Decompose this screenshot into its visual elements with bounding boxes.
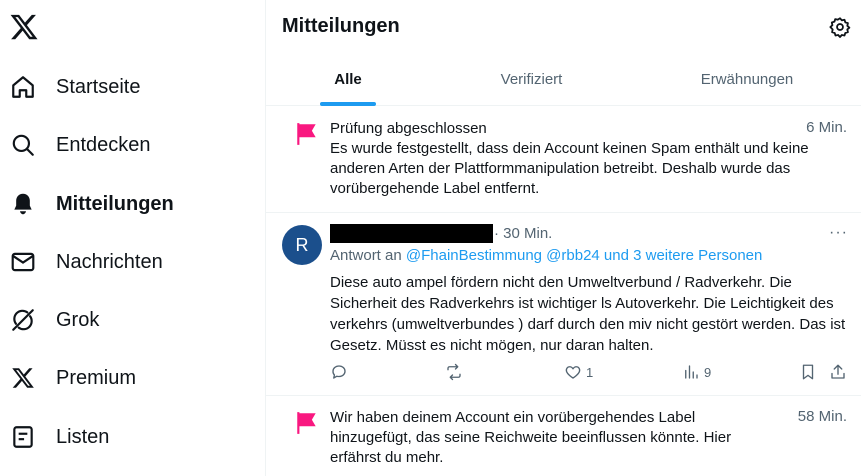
notification-body: Wir haben deinem Account ein vorübergehe… [330,409,732,466]
share-icon [831,364,845,379]
notification-time: 58 Min. [797,408,847,425]
main-column: Mitteilungen Alle Verifiziert Erwähnunge… [266,0,861,476]
sidebar-item-listen[interactable]: Listen [0,412,240,462]
home-icon [10,74,36,100]
tab-alle[interactable]: Alle [266,52,430,106]
grok-icon [10,307,36,333]
search-icon [10,132,36,158]
redacted-username [330,224,493,243]
sidebar: Startseite Entdecken Mitteilungen Nachri… [0,0,266,476]
sidebar-item-label: Grok [56,308,100,331]
post-time[interactable]: · 30 Min. [494,225,552,242]
reply-button[interactable] [330,363,348,381]
notification-item[interactable]: Wir haben deinem Account ein vorübergehe… [266,396,861,476]
tab-bar: Alle Verifiziert Erwähnungen [266,52,861,106]
sidebar-item-mitteilungen[interactable]: Mitteilungen [0,179,240,229]
more-options-button[interactable]: ··· [829,224,848,242]
bookmark-button[interactable] [799,363,817,381]
repost-button[interactable] [445,363,463,381]
active-tab-indicator [320,102,376,106]
flag-icon [294,121,320,147]
sidebar-item-premium[interactable]: Premium [0,353,240,403]
reply-to-line: Antwort an @FhainBestimmung @rbb24 und 3… [330,247,762,264]
sidebar-item-label: Entdecken [56,133,151,156]
mail-icon [10,249,36,275]
reply-prefix: Antwort an [330,247,402,264]
heart-icon [565,366,581,379]
flag-icon [294,410,320,436]
sidebar-item-label: Premium [56,366,137,389]
sidebar-item-entdecken[interactable]: Entdecken [0,120,240,170]
like-button[interactable]: 1 [564,363,593,381]
list-icon [10,424,36,450]
notification-item[interactable]: Prüfung abgeschlossen Es wurde festgeste… [266,107,861,213]
reply-targets-link[interactable]: @FhainBestimmung @rbb24 und 3 weitere Pe… [406,247,762,264]
gear-icon[interactable] [829,16,851,38]
tab-verifiziert[interactable]: Verifiziert [430,52,633,106]
sidebar-item-startseite[interactable]: Startseite [0,62,240,112]
bell-icon [10,191,36,217]
sidebar-item-label: Startseite [56,75,141,98]
sidebar-item-nachrichten[interactable]: Nachrichten [0,237,240,287]
notification-time: 6 Min. [806,119,847,136]
tab-erwaehnungen[interactable]: Erwähnungen [633,52,861,106]
sidebar-item-grok[interactable]: Grok [0,295,240,345]
avatar[interactable]: R [282,225,322,265]
notification-title: Prüfung abgeschlossen [330,120,487,137]
x-logo-icon[interactable] [9,12,39,42]
sidebar-item-label: Nachrichten [56,250,163,273]
post-text: Diese auto ampel fördern nicht den Umwel… [330,274,846,354]
bookmark-icon [802,364,814,380]
sidebar-item-label: Listen [56,425,110,448]
views-count: 9 [704,364,712,380]
sidebar-item-label: Mitteilungen [56,192,174,215]
views-button[interactable]: 9 [682,363,711,381]
views-icon [685,365,698,379]
share-button[interactable] [829,363,847,381]
like-count: 1 [586,364,594,380]
repost-icon [447,363,461,381]
notification-body: Es wurde festgestellt, dass dein Account… [330,140,809,197]
reply-icon [332,365,346,379]
page-title: Mitteilungen [282,15,400,37]
x-icon [10,365,36,391]
